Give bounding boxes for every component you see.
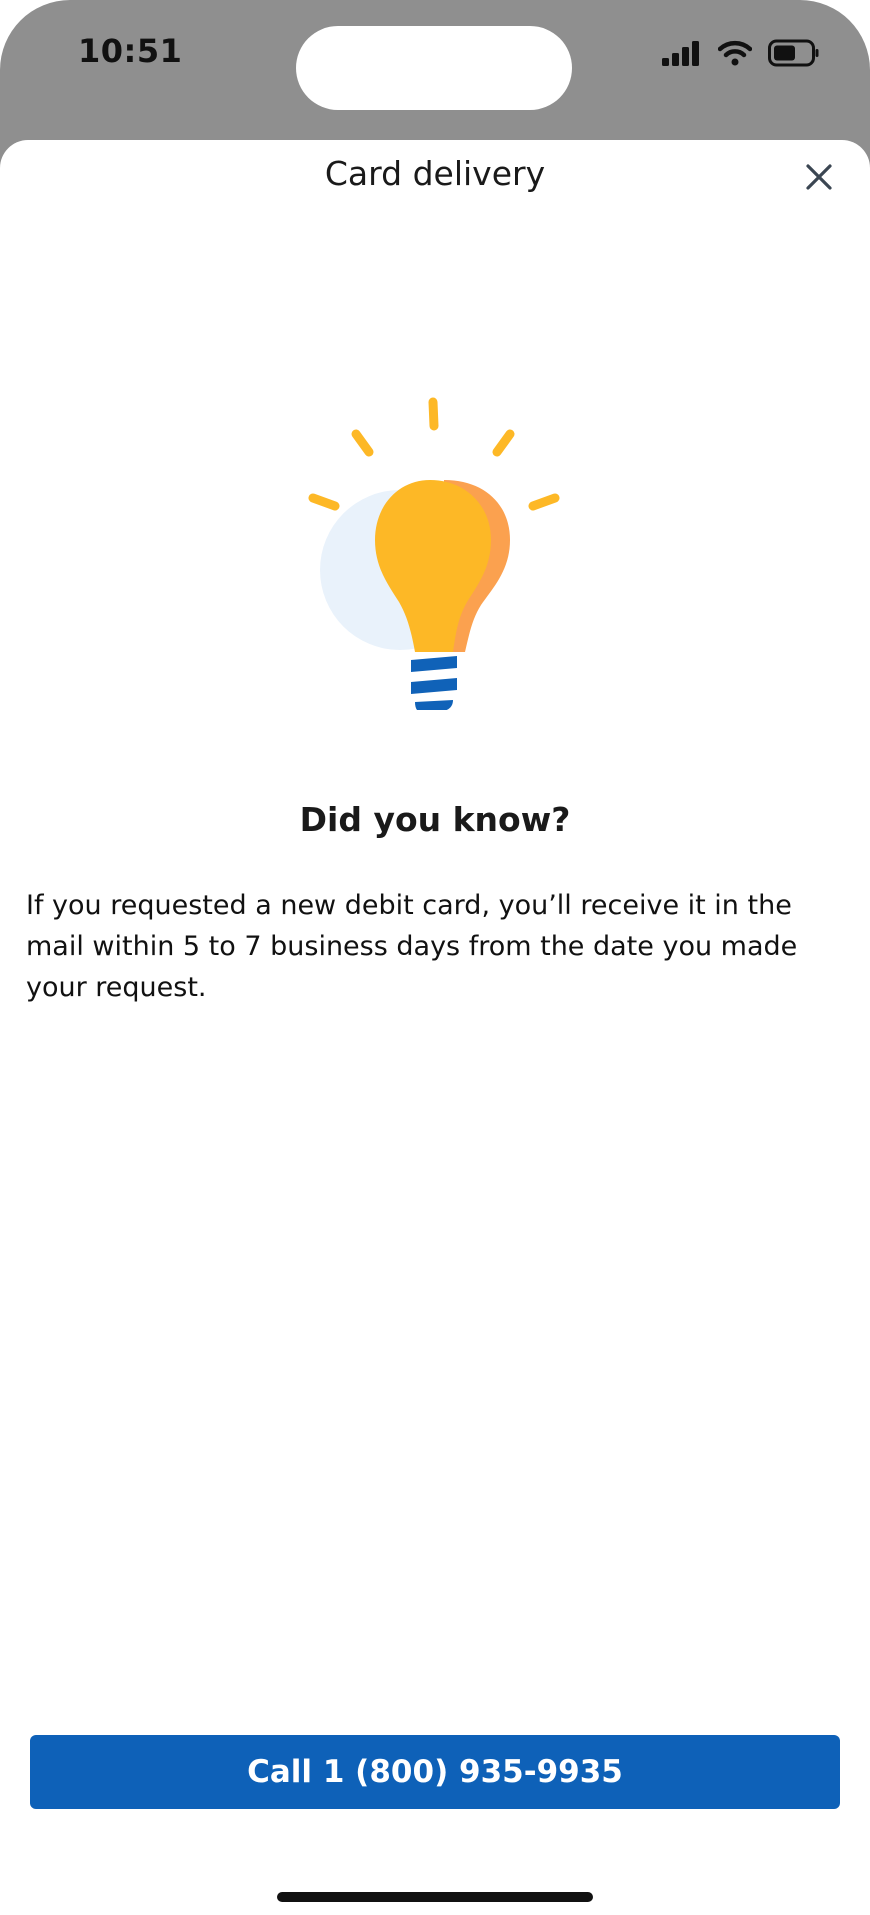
body-text: If you requested a new debit card, you’l… <box>26 890 798 1003</box>
screen: 10:51 Card delivery Did you know? If you… <box>0 0 870 1915</box>
modal-sheet: Card delivery Did you know? If you reque… <box>0 140 870 1915</box>
battery-icon <box>768 39 819 67</box>
wifi-icon <box>718 40 752 66</box>
cellular-signal-icon <box>662 41 699 66</box>
status-time: 10:51 <box>78 32 183 70</box>
lightbulb-icon <box>308 397 560 710</box>
status-icons <box>662 38 820 68</box>
sheet-title: Card delivery <box>324 154 546 193</box>
close-icon <box>806 164 832 190</box>
home-indicator[interactable] <box>277 1892 593 1902</box>
close-button[interactable] <box>796 154 842 200</box>
call-button[interactable]: Call 1 (800) 935-9935 <box>30 1735 840 1809</box>
dynamic-island <box>296 26 572 110</box>
status-bar: 10:51 <box>0 0 870 120</box>
headline: Did you know? <box>299 800 571 839</box>
